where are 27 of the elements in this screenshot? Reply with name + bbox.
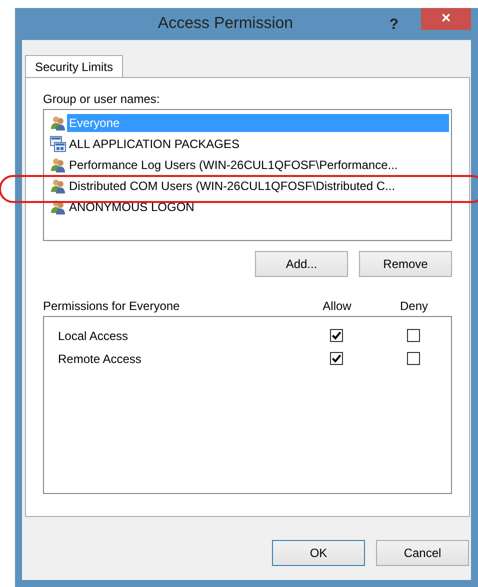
list-action-button[interactable]: Remove: [359, 251, 452, 277]
dialog-button[interactable]: OK: [272, 540, 365, 566]
tab[interactable]: Security Limits: [25, 55, 124, 78]
user-list-item[interactable]: Distributed COM Users (WIN-26CUL1QFOSF\Distributed C...: [46, 175, 449, 196]
user-list-item[interactable]: Performance Log Users (WIN-26CUL1QFOSF\Performance...: [46, 154, 449, 175]
deny-checkbox[interactable]: [406, 329, 420, 342]
column-header: Allow: [322, 299, 352, 313]
help-button[interactable]: ?: [379, 16, 409, 32]
deny-checkbox[interactable]: [406, 352, 420, 365]
window-title: Access Permission: [156, 15, 294, 33]
users-icon: [50, 178, 66, 194]
close-button[interactable]: ×: [421, 8, 471, 30]
allow-checkbox[interactable]: [330, 329, 342, 342]
users-icon: [50, 114, 66, 130]
permission-name: Remote Access: [58, 352, 142, 366]
allow-checkbox[interactable]: [330, 352, 342, 365]
user-list-item[interactable]: ANONYMOUS LOGON: [46, 196, 449, 217]
list-action-button[interactable]: Add...: [255, 251, 348, 277]
group-label: Group or user names:: [43, 92, 161, 106]
column-header: Deny: [398, 299, 429, 313]
application-window-icon: [50, 136, 66, 152]
dialog-button[interactable]: Cancel: [376, 540, 469, 566]
user-list-item[interactable]: ALL APPLICATION PACKAGES: [46, 133, 449, 154]
permission-name: Local Access: [58, 328, 130, 342]
users-icon: [50, 156, 66, 172]
permissions-label: Permissions for Everyone: [43, 299, 181, 313]
users-icon: [50, 198, 66, 214]
